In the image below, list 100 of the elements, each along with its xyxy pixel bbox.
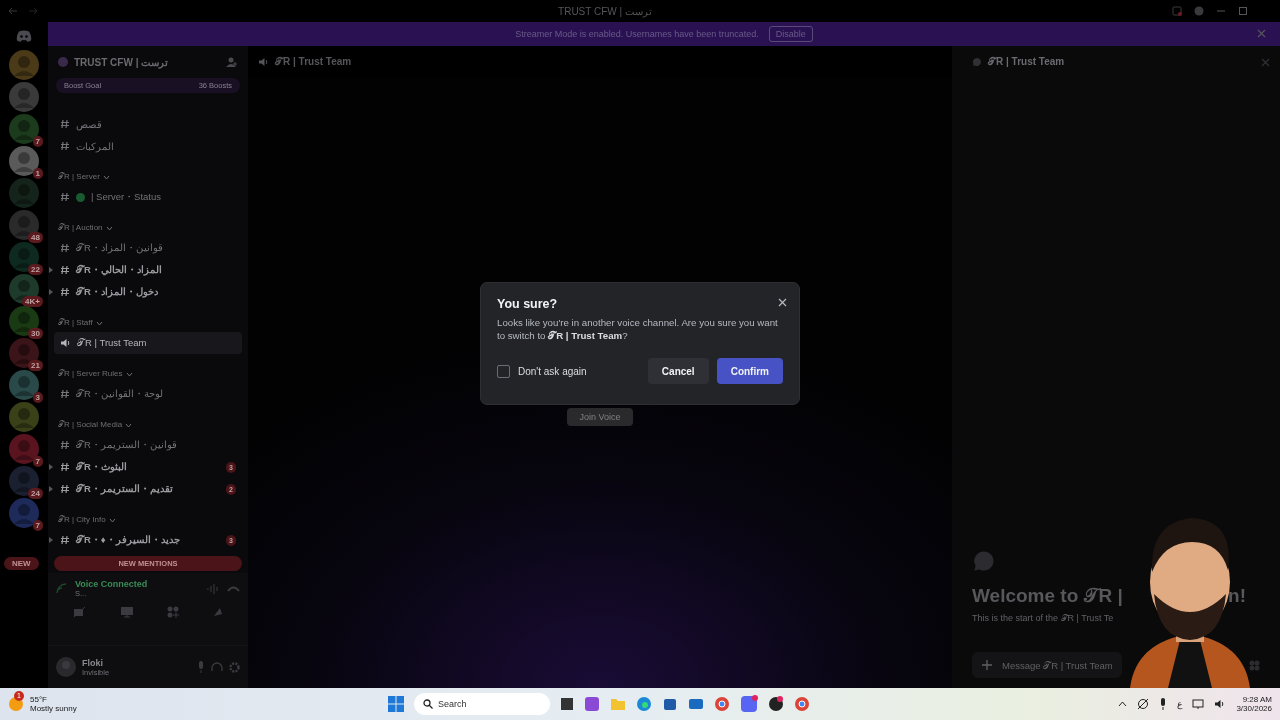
channel-item[interactable]: 𝒯R・قوانين・الستريمر [54, 434, 242, 456]
plus-icon[interactable] [982, 660, 992, 670]
discord-icon[interactable] [740, 695, 758, 713]
category-title[interactable]: 𝒯R | Auction [58, 223, 103, 233]
notification-badge: 1 [32, 168, 43, 179]
channel-item[interactable]: 𝒯R・دخول・المزاد [54, 281, 242, 303]
channel-item[interactable]: المركبات [54, 135, 242, 157]
dont-ask-checkbox[interactable]: Don't ask again [497, 364, 640, 378]
notification-badge: 22 [28, 264, 43, 275]
microphone-icon[interactable] [1159, 698, 1168, 710]
search-field[interactable]: Search [414, 693, 550, 715]
dialog-title: You sure? [497, 297, 559, 311]
category-title[interactable]: 𝒯R | Social Media [58, 420, 123, 430]
notification-badge: 21 [28, 360, 43, 371]
hashtag-icon [60, 462, 70, 472]
channel-name: قصص [76, 118, 102, 130]
unread-pip-icon [49, 486, 53, 492]
camera-off-icon[interactable] [72, 606, 87, 618]
channel-name: 𝒯R | Trust Team [77, 337, 147, 349]
hashtag-icon [60, 484, 70, 494]
server-icon[interactable] [9, 242, 39, 272]
channel-name: 𝒯R・المزاد・الحالي [76, 263, 162, 277]
cancel-button[interactable]: Cancel [647, 358, 709, 384]
hashtag-icon [60, 119, 70, 129]
speaker-icon [258, 57, 269, 67]
inbox-icon[interactable] [1172, 6, 1182, 16]
hang-up-icon[interactable] [227, 584, 240, 593]
hashtag-icon [60, 440, 70, 450]
server-icon[interactable] [9, 338, 39, 368]
server-icon[interactable] [9, 466, 39, 496]
welcome-heading-end: n! [1228, 585, 1247, 607]
confirm-button[interactable]: Confirm [716, 358, 783, 384]
close-icon[interactable] [778, 298, 787, 307]
server-icon[interactable] [9, 274, 39, 304]
forward-icon[interactable] [28, 7, 38, 15]
settings-icon[interactable] [229, 661, 240, 673]
window-title: TRUST CFW | ترست [557, 5, 653, 17]
discord-logo-icon[interactable] [16, 30, 32, 42]
windows-icon[interactable] [388, 696, 404, 712]
channel-item[interactable]: 𝒯R | Trust Team [54, 332, 242, 354]
category-title[interactable]: 𝒯R | City Info [58, 515, 106, 525]
dialog-message: Looks like you're in another voice channel. Are you sure you want to switch to 𝒯R | Trust Team? [497, 316, 779, 342]
category-title[interactable]: 𝒯R | Server Rules [58, 369, 123, 379]
add-member-icon[interactable] [226, 56, 238, 68]
voice-status: Voice Connected [75, 579, 149, 589]
language-indicator[interactable]: ع [1177, 699, 1183, 709]
temperature: 55°F [30, 695, 48, 704]
channel-item[interactable]: 𝒯R・لوحة・القوانين [54, 383, 242, 405]
apps-icon[interactable] [1249, 659, 1260, 671]
category-title[interactable]: 𝒯R | Server [58, 172, 100, 182]
headphones-icon[interactable] [211, 661, 223, 673]
chevron-icon [125, 371, 133, 377]
welcome-heading: Welcome to 𝒯R | [972, 585, 1123, 607]
notification-badge: 24 [28, 488, 43, 499]
user-avatar[interactable] [56, 657, 76, 677]
notification-badge: 7 [32, 456, 43, 467]
username: Floki [82, 657, 104, 668]
app-icon[interactable] [768, 696, 784, 712]
hashtag-icon [60, 265, 70, 275]
server-name[interactable]: TRUST CFW | ترست [74, 56, 220, 68]
hashtag-icon [60, 192, 70, 202]
category-title[interactable]: 𝒯R | Staff [58, 318, 93, 328]
folder-icon[interactable] [610, 697, 626, 711]
maximize-icon[interactable] [1238, 6, 1248, 16]
channel-name: 𝒯R・تقديم・الستريمر [76, 482, 173, 496]
display-icon[interactable] [1192, 698, 1205, 710]
channel-item[interactable]: | Server・Status [54, 186, 242, 208]
channel-name: 𝒯R・لوحة・القوانين [76, 387, 163, 401]
hashtag-icon [60, 535, 70, 545]
welcome-subtitle: This is the start of the 𝒯R | Trust Te [972, 613, 1114, 624]
disable-button[interactable]: Disable [768, 26, 813, 42]
status-dot [76, 192, 85, 202]
join-voice-button[interactable]: Join Voice [567, 408, 633, 426]
server-icon[interactable] [9, 306, 39, 336]
network-off-icon[interactable] [1137, 698, 1150, 710]
checkbox[interactable] [497, 364, 510, 378]
hashtag-icon [60, 243, 70, 253]
browser-icon[interactable] [636, 696, 652, 712]
chrome-icon[interactable] [714, 696, 730, 712]
channel-item[interactable]: 𝒯R・المزاد・الحالي [54, 259, 242, 281]
server-icon[interactable] [9, 146, 39, 176]
back-icon[interactable] [8, 7, 18, 15]
new-pill[interactable]: NEW [4, 557, 39, 570]
channel-item[interactable]: 𝒯R・قوانين・المزاد [54, 237, 242, 259]
clock-date[interactable]: 3/30/2026 [1236, 704, 1272, 713]
chevron-up-icon[interactable] [1118, 701, 1128, 707]
notification-badge: 48 [28, 232, 43, 243]
screen-share-icon[interactable] [119, 606, 134, 618]
channel-name: 𝒯R・قوانين・الستريمر [76, 438, 177, 452]
activities-icon[interactable] [166, 606, 179, 618]
channel-name: 𝒯R・♦・جديد・السيرفر [76, 533, 180, 547]
clock-time[interactable]: 9:28 AM [1242, 695, 1272, 704]
message-field[interactable]: Message 𝒯R | Trust Team [972, 652, 1122, 678]
channel-name: | Server・Status [91, 190, 162, 204]
hashtag-icon [60, 141, 70, 151]
channel-title: 𝒯R | Trust Team [275, 56, 352, 68]
server-icon[interactable] [9, 210, 39, 240]
chrome-icon[interactable] [794, 696, 810, 712]
channel-item[interactable]: قصص [54, 113, 242, 135]
signal-icon [56, 583, 67, 594]
